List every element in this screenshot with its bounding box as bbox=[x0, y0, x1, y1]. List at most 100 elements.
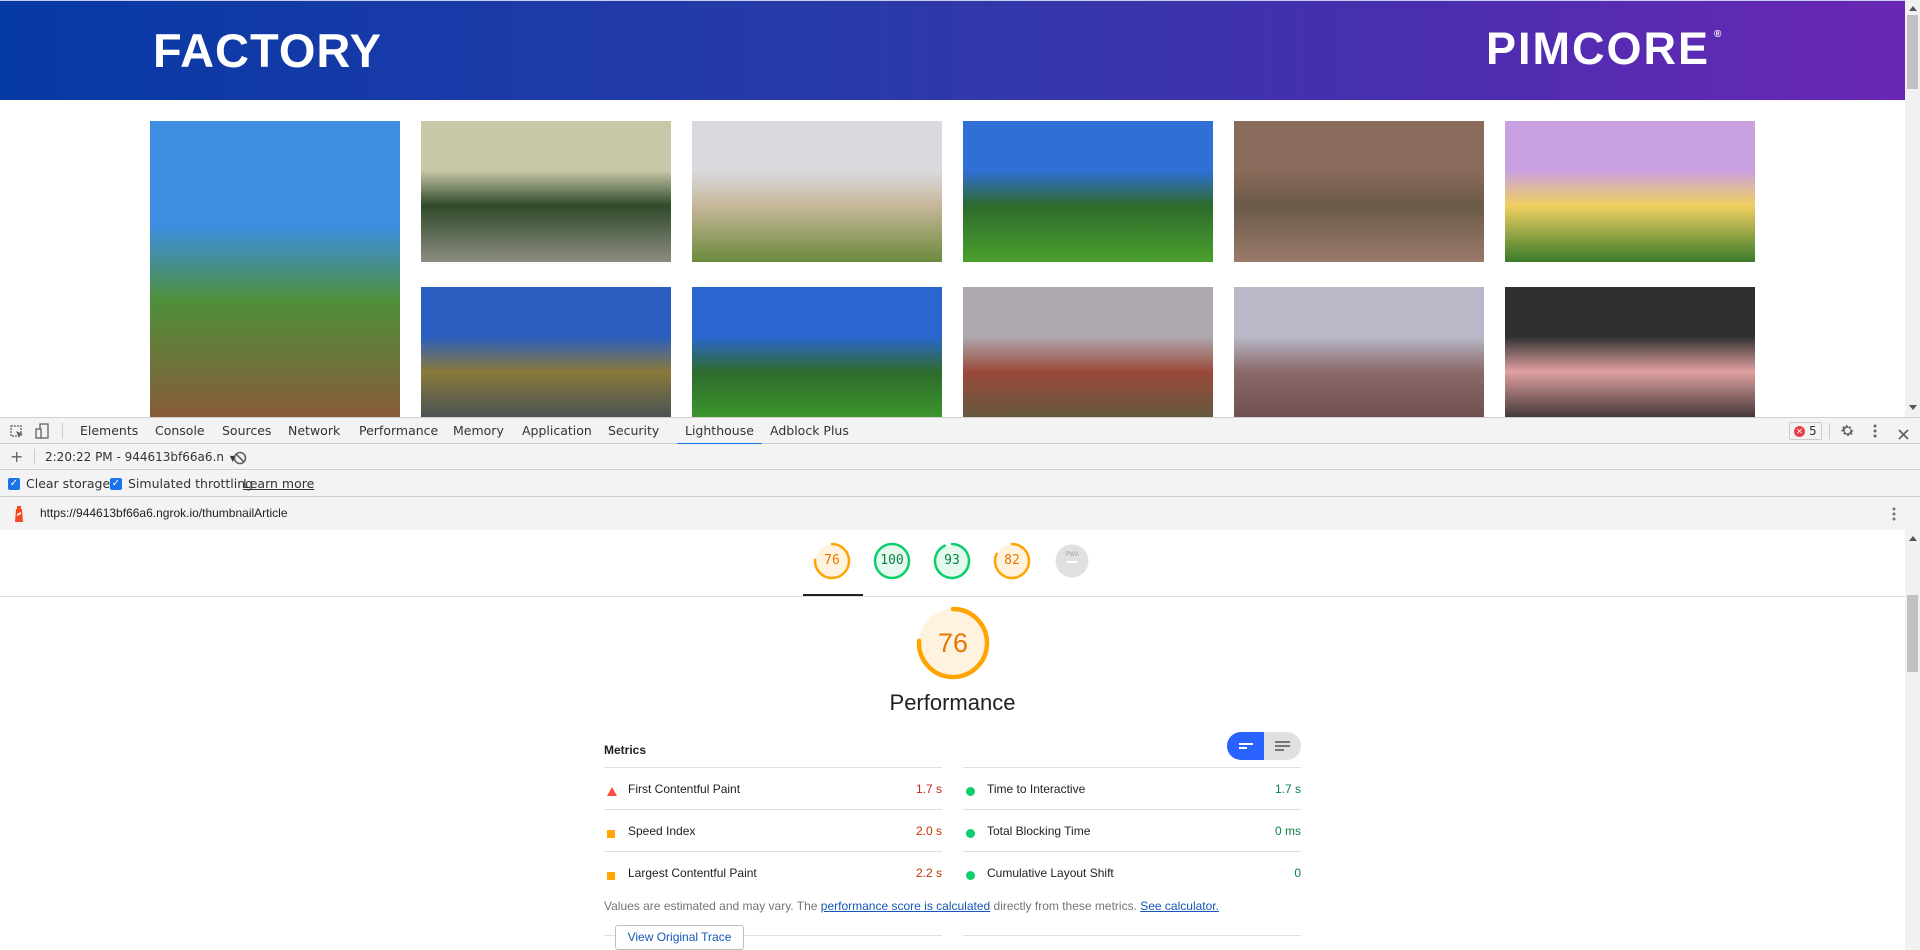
device-toolbar-icon[interactable] bbox=[35, 423, 49, 443]
gauge-pwa[interactable]: PWA bbox=[1053, 542, 1091, 580]
metric-label: Time to Interactive bbox=[987, 782, 1086, 796]
performance-score-gauge: 76 bbox=[915, 605, 991, 681]
performance-heading: Performance bbox=[889, 690, 1016, 715]
simulated-throttling-label[interactable]: Simulated throttling bbox=[128, 476, 253, 491]
canyon-river-photo[interactable] bbox=[1234, 287, 1484, 417]
settings-gear-icon[interactable] bbox=[1840, 423, 1855, 442]
performance-score-value: 76 bbox=[937, 628, 969, 658]
lake-mountain-photo[interactable] bbox=[421, 287, 671, 417]
metric-value: 1.7 s bbox=[915, 782, 942, 796]
simulated-throttling-checkbox[interactable]: ✓ bbox=[110, 478, 122, 490]
tab-lighthouse[interactable]: Lighthouse bbox=[677, 418, 762, 445]
page-scrollbar[interactable] bbox=[1905, 0, 1920, 417]
clear-all-block-icon[interactable] bbox=[233, 450, 247, 469]
devtools-tab-bar: Elements Console Sources Network Performance… bbox=[0, 417, 1920, 445]
devtools-panel: Elements Console Sources Network Performance… bbox=[0, 417, 1920, 950]
metric-view-toggle[interactable] bbox=[1227, 732, 1301, 760]
error-icon: ✕ bbox=[1794, 426, 1805, 437]
metric-value: 2.0 s bbox=[915, 824, 942, 838]
metric-value: 0 ms bbox=[1274, 824, 1301, 838]
pimcore-logo[interactable]: PIMCORE ® bbox=[1486, 23, 1721, 75]
gauge-performance[interactable]: 76 bbox=[813, 542, 851, 580]
street-trees-photo[interactable] bbox=[150, 121, 400, 417]
metric-label: First Contentful Paint bbox=[628, 782, 741, 796]
compact-view-button[interactable] bbox=[1227, 732, 1264, 760]
tab-adblock-plus[interactable]: Adblock Plus bbox=[770, 418, 849, 444]
factory-logo[interactable]: FACTORY bbox=[153, 23, 382, 78]
metrics-disclaimer: Values are estimated and may vary. The p… bbox=[604, 899, 1219, 913]
average-square-icon bbox=[607, 825, 615, 843]
view-original-trace-button[interactable]: View Original Trace bbox=[615, 925, 744, 950]
lighthouse-toolbar: + 2:20:22 PM - 944613bf66a6.n ▼ bbox=[0, 444, 1920, 470]
pass-circle-icon bbox=[966, 867, 975, 885]
graffiti-mural-photo[interactable] bbox=[1505, 121, 1755, 262]
report-scrollbar[interactable] bbox=[1905, 530, 1920, 950]
pass-circle-icon bbox=[966, 825, 975, 843]
metrics-column-left: First Contentful Paint 1.7 s Speed Index 2.… bbox=[604, 767, 942, 936]
see-calculator-link[interactable]: See calculator. bbox=[1140, 899, 1219, 913]
tab-sources[interactable]: Sources bbox=[222, 418, 271, 444]
gauge-accessibility-score: 100 bbox=[880, 553, 904, 568]
tab-network[interactable]: Network bbox=[288, 418, 340, 444]
pimcore-logo-text: PIMCORE bbox=[1486, 23, 1711, 74]
dark-surface-photo[interactable] bbox=[1505, 287, 1755, 417]
page-viewport: FACTORY PIMCORE ® bbox=[0, 0, 1920, 417]
scrollbar-thumb[interactable] bbox=[1907, 15, 1918, 89]
clear-storage-label[interactable]: Clear storage bbox=[26, 476, 110, 491]
metric-value: 1.7 s bbox=[1274, 782, 1301, 796]
metric-largest-contentful-paint: Largest Contentful Paint 2.2 s bbox=[604, 851, 942, 893]
canyon-rock-photo[interactable] bbox=[1234, 121, 1484, 262]
report-scroll-up-icon[interactable] bbox=[1909, 536, 1917, 541]
palm-lawn-photo[interactable] bbox=[692, 287, 942, 417]
tab-performance[interactable]: Performance bbox=[359, 418, 438, 444]
registered-mark: ® bbox=[1714, 29, 1722, 40]
metric-label: Total Blocking Time bbox=[987, 824, 1091, 838]
venice-sign-photo[interactable] bbox=[692, 121, 942, 262]
grand-canyon-photo[interactable] bbox=[963, 287, 1213, 417]
metric-value: 2.2 s bbox=[915, 866, 942, 880]
metric-cumulative-layout-shift: Cumulative Layout Shift 0 bbox=[963, 851, 1301, 893]
metric-value: 0 bbox=[1294, 866, 1301, 880]
more-options-icon[interactable] bbox=[1872, 423, 1878, 443]
pass-circle-icon bbox=[966, 783, 975, 801]
gauge-performance-score: 76 bbox=[824, 553, 840, 568]
report-url[interactable]: https://944613bf66a6.ngrok.io/thumbnailA… bbox=[40, 506, 288, 520]
report-scrollbar-thumb[interactable] bbox=[1907, 595, 1918, 672]
gauge-pwa-arc: PWA bbox=[1055, 544, 1089, 578]
learn-more-link[interactable]: Learn more bbox=[243, 476, 314, 491]
tab-security[interactable]: Security bbox=[608, 418, 659, 444]
tab-memory[interactable]: Memory bbox=[453, 418, 504, 444]
forest-valley-photo[interactable] bbox=[421, 121, 671, 262]
scroll-up-arrow-icon[interactable] bbox=[1909, 6, 1917, 11]
palm-park-photo[interactable] bbox=[963, 121, 1213, 262]
lighthouse-report: 76 100 93 82 PWA 76 Performance Metrics Firs… bbox=[0, 530, 1905, 950]
expanded-lines-icon bbox=[1275, 741, 1290, 751]
clear-storage-checkbox[interactable]: ✓ bbox=[8, 478, 20, 490]
metric-label: Cumulative Layout Shift bbox=[987, 866, 1114, 880]
tab-application[interactable]: Application bbox=[522, 418, 592, 444]
site-header: FACTORY PIMCORE ® bbox=[0, 0, 1905, 100]
report-menu-icon[interactable] bbox=[1891, 506, 1897, 526]
close-devtools-icon[interactable] bbox=[1898, 425, 1909, 444]
tab-elements[interactable]: Elements bbox=[80, 418, 138, 444]
metric-label: Largest Contentful Paint bbox=[628, 866, 757, 880]
gauge-accessibility[interactable]: 100 bbox=[873, 542, 911, 580]
average-square-icon bbox=[607, 867, 615, 885]
score-calculation-link[interactable]: performance score is calculated bbox=[821, 899, 990, 913]
pwa-badge-text: PWA bbox=[1065, 552, 1078, 558]
metrics-column-right: Time to Interactive 1.7 s Total Blocking T… bbox=[963, 767, 1301, 936]
metrics-heading: Metrics bbox=[604, 743, 647, 757]
scroll-down-arrow-icon[interactable] bbox=[1909, 405, 1917, 410]
report-selector[interactable]: 2:20:22 PM - 944613bf66a6.n ▼ bbox=[45, 450, 236, 464]
metric-speed-index: Speed Index 2.0 s bbox=[604, 809, 942, 851]
fail-triangle-icon bbox=[607, 783, 617, 801]
report-selector-value: 2:20:22 PM - 944613bf66a6.n bbox=[45, 450, 224, 464]
gauge-best-practices-score: 93 bbox=[944, 553, 960, 568]
inspect-element-icon[interactable] bbox=[10, 424, 24, 443]
expanded-view-button[interactable] bbox=[1264, 732, 1301, 760]
gauge-best-practices[interactable]: 93 bbox=[933, 542, 971, 580]
gauge-seo[interactable]: 82 bbox=[993, 542, 1031, 580]
tab-console[interactable]: Console bbox=[155, 418, 205, 444]
new-report-plus-icon[interactable]: + bbox=[10, 447, 23, 466]
error-count-badge[interactable]: ✕ 5 bbox=[1789, 422, 1822, 440]
